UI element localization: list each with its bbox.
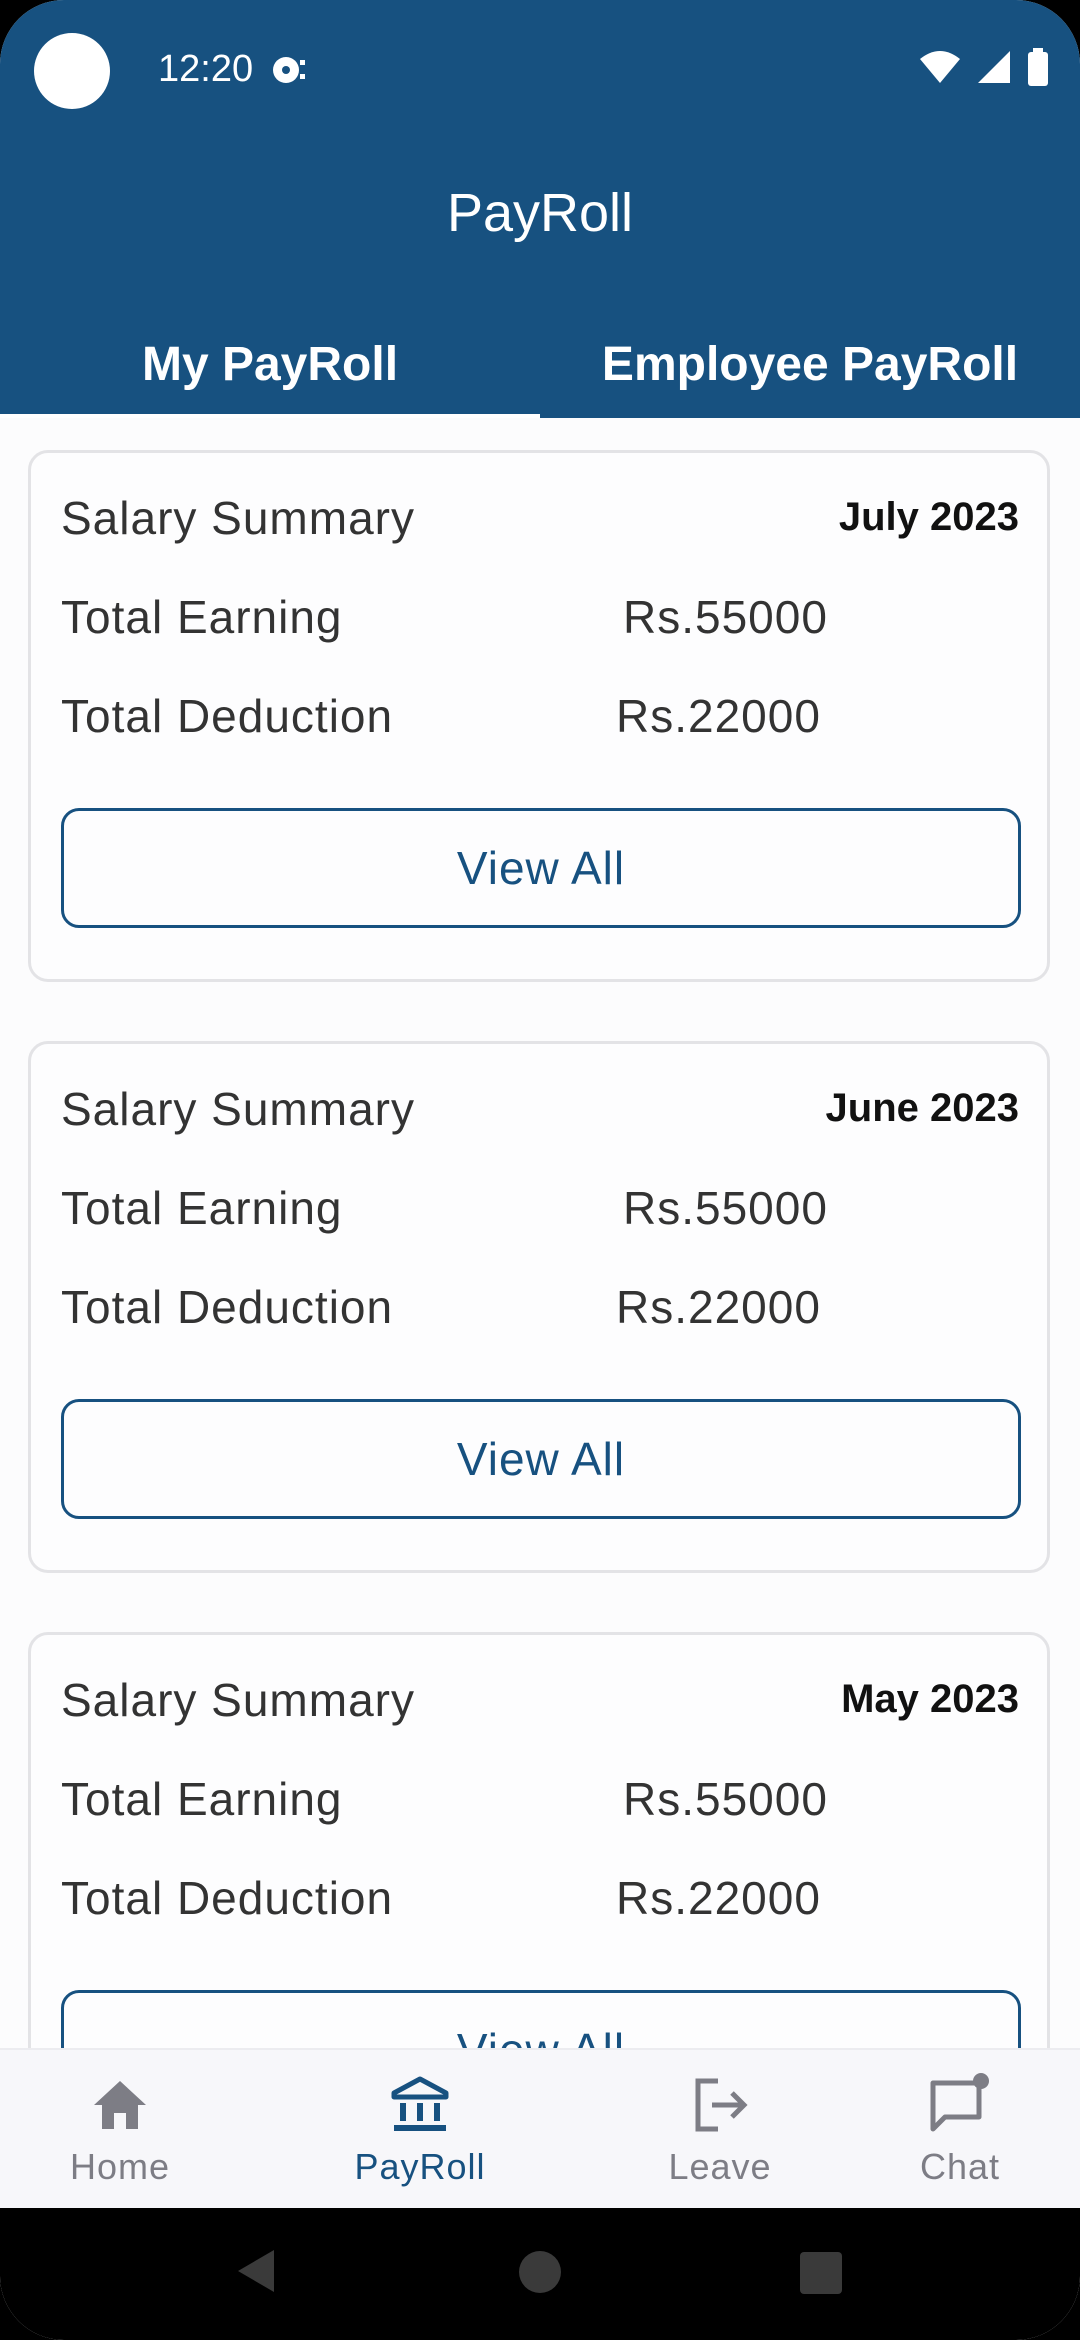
battery-icon [1026, 48, 1050, 91]
nav-leave[interactable]: Leave [600, 2050, 840, 2210]
camera-cutout [34, 33, 110, 109]
nav-payroll-label: PayRoll [354, 2146, 486, 2187]
total-deduction-value: Rs.22000 [616, 690, 821, 742]
total-earning-label: Total Earning [61, 1182, 343, 1234]
exit-icon [690, 2070, 750, 2140]
salary-card: Salary Summary May 2023 Total Earning Rs… [28, 1632, 1050, 2048]
total-deduction-value: Rs.22000 [616, 1872, 821, 1924]
home-button-icon[interactable] [518, 2250, 562, 2299]
salary-summary-title: Salary Summary [61, 1674, 415, 1726]
total-earning-value: Rs.55000 [623, 1773, 828, 1825]
salary-month: May 2023 [841, 1677, 1019, 1721]
nav-leave-label: Leave [668, 2146, 772, 2187]
tab-bar: My PayRoll Employee PayRoll [0, 310, 1080, 418]
media-status-icon [270, 54, 310, 91]
status-bar: 12:20 [0, 0, 1080, 140]
tab-employee-payroll[interactable]: Employee PayRoll [540, 310, 1080, 418]
view-all-button[interactable]: View All [61, 1990, 1021, 2048]
total-earning-value: Rs.55000 [623, 1182, 828, 1234]
tab-my-payroll[interactable]: My PayRoll [0, 310, 540, 418]
page-title: PayRoll [446, 183, 634, 243]
total-earning-value: Rs.55000 [623, 591, 828, 643]
total-earning-label: Total Earning [61, 591, 343, 643]
recents-icon[interactable] [800, 2252, 842, 2299]
device-screen: 12:20 PayRoll My PayRoll Employee PayRol… [0, 0, 1080, 2340]
home-icon [90, 2070, 150, 2140]
system-nav-bar [0, 2208, 1080, 2340]
salary-month: June 2023 [825, 1086, 1019, 1130]
total-deduction-label: Total Deduction [61, 690, 394, 742]
nav-home[interactable]: Home [0, 2050, 240, 2210]
nav-chat-label: Chat [919, 2146, 1001, 2187]
salary-month: July 2023 [838, 495, 1019, 539]
salary-summary-title: Salary Summary [61, 492, 415, 544]
salary-card: Salary Summary June 2023 Total Earning R… [28, 1041, 1050, 1573]
salary-card: Salary Summary July 2023 Total Earning R… [28, 450, 1050, 982]
salary-list[interactable]: Salary Summary July 2023 Total Earning R… [0, 418, 1080, 2048]
bottom-navigation: Home PayRoll Leave Chat [0, 2048, 1080, 2210]
total-earning-label: Total Earning [61, 1773, 343, 1825]
status-time: 12:20 [158, 48, 254, 90]
total-deduction-value: Rs.22000 [616, 1281, 821, 1333]
bank-icon [390, 2070, 450, 2140]
signal-icon [976, 49, 1012, 90]
app-header: 12:20 PayRoll My PayRoll Employee PayRol… [0, 0, 1080, 418]
total-deduction-label: Total Deduction [61, 1281, 394, 1333]
nav-home-label: Home [69, 2146, 171, 2187]
view-all-button[interactable]: View All [61, 1399, 1021, 1519]
view-all-button[interactable]: View All [61, 808, 1021, 928]
total-deduction-label: Total Deduction [61, 1872, 394, 1924]
back-icon[interactable] [236, 2248, 276, 2299]
nav-payroll[interactable]: PayRoll [300, 2050, 540, 2210]
chat-icon [927, 2070, 993, 2140]
wifi-icon [918, 49, 962, 90]
salary-summary-title: Salary Summary [61, 1083, 415, 1135]
status-icons [918, 48, 1050, 91]
nav-chat[interactable]: Chat [840, 2050, 1080, 2210]
